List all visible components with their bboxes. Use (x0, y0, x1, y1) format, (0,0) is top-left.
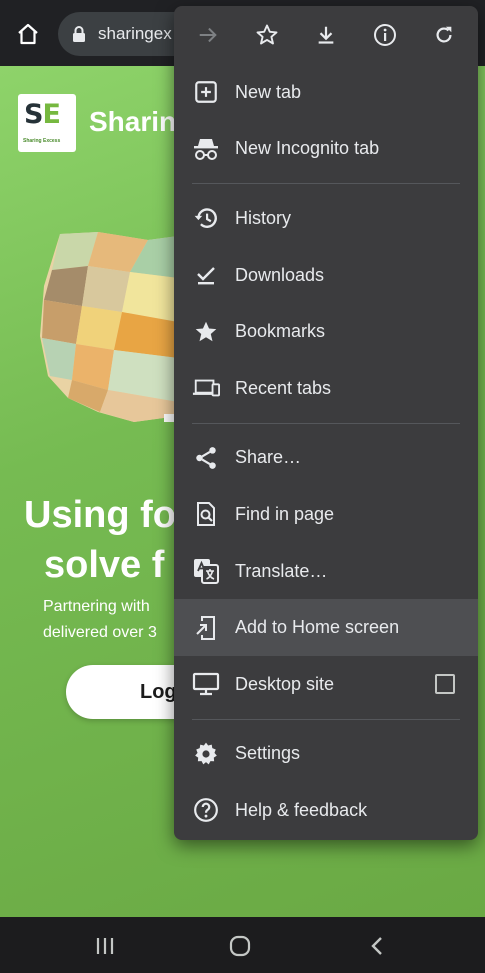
menu-item-label: Downloads (235, 264, 325, 285)
menu-item-label: New tab (235, 81, 302, 102)
menu-item-settings[interactable]: Settings (174, 726, 478, 783)
translate-icon (192, 557, 220, 585)
hero-heading-line-2: solve f (44, 544, 165, 586)
back-nav-button[interactable] (362, 931, 392, 961)
menu-divider (192, 718, 460, 720)
overflow-menu: New tab New Incognito tab History Downlo… (174, 6, 478, 840)
logo-initials: SE (24, 99, 61, 130)
url-text: sharingex (98, 24, 172, 43)
back-icon (371, 937, 382, 955)
menu-item-label: History (235, 207, 292, 228)
find-in-page-icon (192, 500, 220, 528)
star-icon (256, 24, 278, 45)
menu-item-label: Translate… (235, 560, 328, 581)
hero-subtext-line-2: delivered over 3 (43, 624, 157, 641)
settings-icon (192, 740, 220, 768)
help-icon (192, 796, 220, 824)
history-icon (192, 204, 220, 232)
menu-item-translate[interactable]: Translate… (174, 543, 478, 600)
menu-item-new-tab[interactable]: New tab (174, 64, 478, 121)
info-icon (374, 24, 397, 46)
add-to-home-icon (192, 614, 220, 642)
menu-item-help-feedback[interactable]: Help & feedback (174, 782, 478, 839)
recents-button[interactable] (90, 931, 120, 961)
home-icon (18, 23, 38, 45)
menu-item-label: Settings (235, 743, 301, 764)
menu-item-label: Find in page (235, 503, 335, 524)
logo-subtitle: Sharing Excess (23, 138, 61, 144)
downloads-icon (192, 261, 220, 289)
forward-icon (199, 27, 217, 43)
menu-item-label: Bookmarks (235, 321, 326, 342)
system-nav-bar (0, 917, 485, 973)
menu-item-label: Help & feedback (235, 799, 368, 820)
menu-item-history[interactable]: History (174, 190, 478, 247)
desktop-icon (192, 670, 220, 698)
lock-icon (73, 26, 85, 42)
forward-button[interactable] (186, 13, 230, 57)
hero-heading-line-1: Using fo (24, 494, 176, 536)
page-info-button[interactable] (363, 13, 407, 57)
menu-item-recent-tabs[interactable]: Recent tabs (174, 360, 478, 417)
refresh-icon (436, 26, 452, 43)
bookmarks-icon (192, 318, 220, 346)
menu-item-downloads[interactable]: Downloads (174, 247, 478, 304)
menu-item-bookmarks[interactable]: Bookmarks (174, 303, 478, 360)
us-map-image (40, 232, 178, 422)
home-nav-button[interactable] (225, 931, 255, 961)
menu-item-desktop-site[interactable]: Desktop site (174, 656, 478, 713)
recent-tabs-icon (192, 374, 220, 402)
recents-icon (96, 938, 114, 954)
refresh-button[interactable] (422, 13, 466, 57)
menu-item-add-to-home-screen[interactable]: Add to Home screen (174, 599, 478, 656)
site-logo[interactable]: SE Sharing Excess (18, 94, 76, 152)
download-button[interactable] (304, 13, 348, 57)
download-icon (318, 26, 334, 44)
desktop-site-checkbox[interactable] (435, 674, 455, 695)
menu-item-share[interactable]: Share… (174, 430, 478, 487)
incognito-icon (192, 135, 220, 163)
home-button[interactable] (10, 16, 46, 52)
menu-item-label: Recent tabs (235, 377, 332, 398)
bookmark-button[interactable] (245, 13, 289, 57)
menu-item-label: Add to Home screen (235, 617, 400, 638)
menu-item-label: Desktop site (235, 673, 335, 694)
menu-item-new-incognito-tab[interactable]: New Incognito tab (174, 121, 478, 178)
menu-divider (192, 183, 460, 185)
new-tab-icon (192, 78, 220, 106)
site-name: Sharin (89, 106, 177, 137)
login-button-label: Log (140, 681, 177, 703)
logo-initial-s: S (24, 99, 43, 130)
hero-subtext-line-1: Partnering with (43, 598, 150, 615)
menu-top-actions (174, 6, 478, 64)
logo-initial-e: E (42, 99, 60, 130)
menu-divider (192, 422, 460, 424)
home-circle-icon (229, 935, 251, 957)
share-icon (192, 444, 220, 472)
menu-item-find-in-page[interactable]: Find in page (174, 486, 478, 543)
menu-item-label: New Incognito tab (235, 138, 380, 159)
menu-item-label: Share… (235, 447, 302, 468)
